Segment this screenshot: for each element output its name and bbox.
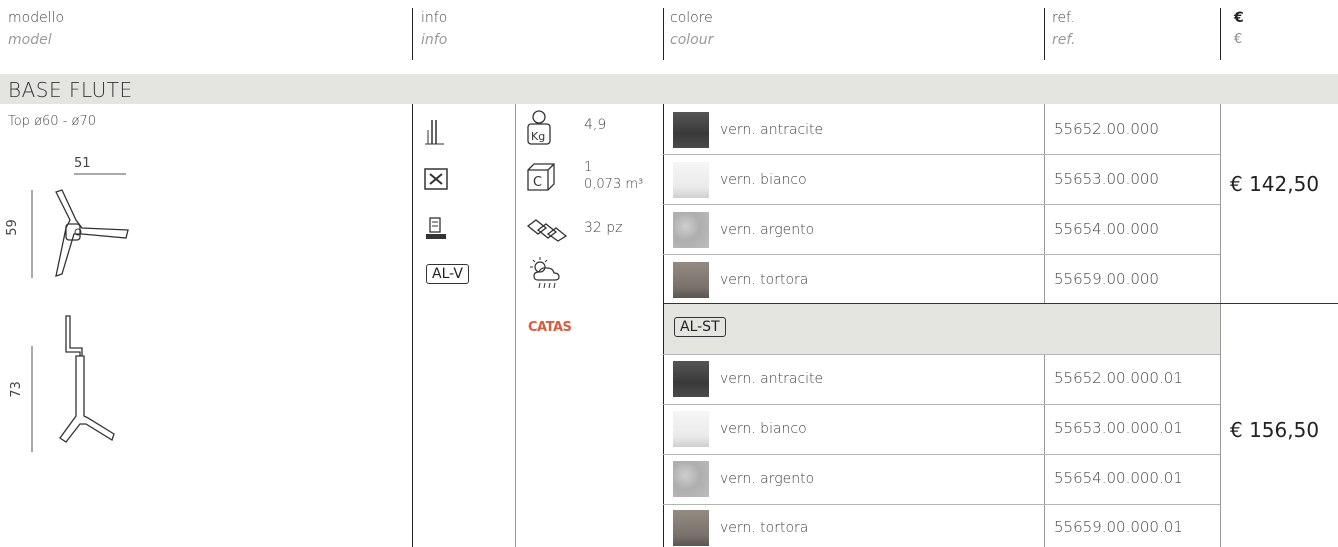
colour-swatch-bianco bbox=[673, 411, 709, 447]
row-divider bbox=[663, 204, 1220, 205]
base-side-view-icon bbox=[31, 315, 115, 452]
colour-name: vern. bianco bbox=[720, 172, 807, 188]
svg-text:Kg: Kg bbox=[531, 130, 545, 143]
colour-swatch-tortora bbox=[673, 510, 709, 546]
material-code-badge: AL-V bbox=[426, 264, 469, 284]
ref-code: 55659.00.000 bbox=[1054, 270, 1159, 288]
weight-kg-icon: Kg bbox=[527, 110, 551, 145]
outdoor-weather-icon bbox=[530, 257, 560, 289]
header-ref-it: ref. bbox=[1052, 10, 1075, 26]
header-divider bbox=[412, 8, 413, 60]
ref-code: 55654.00.000 bbox=[1054, 220, 1159, 238]
header-divider bbox=[1220, 8, 1221, 60]
price-group-1: € 142,50 bbox=[1230, 172, 1320, 196]
colour-name: vern. bianco bbox=[720, 421, 807, 437]
header-model-it: modello bbox=[8, 10, 65, 26]
base-top-view-icon bbox=[31, 173, 129, 278]
row-divider bbox=[663, 354, 1220, 355]
base-mount-icon bbox=[426, 217, 446, 239]
top-size-label: Top ø60 - ø70 bbox=[8, 114, 97, 129]
ref-code: 55653.00.000 bbox=[1054, 170, 1159, 188]
row-divider bbox=[663, 404, 1220, 405]
colour-swatch-argento bbox=[673, 461, 709, 497]
colour-name: vern. antracite bbox=[720, 371, 824, 387]
colour-name: vern. antracite bbox=[720, 122, 824, 138]
table-height-icon bbox=[425, 120, 444, 145]
colour-name: vern. tortora bbox=[720, 520, 809, 536]
packaging-count: 1 bbox=[584, 160, 593, 175]
pallet-value: 32 pz bbox=[584, 220, 623, 236]
weight-value: 4,9 bbox=[584, 117, 607, 133]
colour-swatch-tortora bbox=[673, 262, 709, 298]
variant-code-badge: AL-ST bbox=[674, 317, 726, 337]
colour-name: vern. tortora bbox=[720, 272, 809, 288]
dim-height-label: 73 bbox=[8, 381, 24, 398]
colour-name: vern. argento bbox=[720, 471, 815, 487]
header-info-en: info bbox=[421, 32, 448, 48]
section-band bbox=[0, 74, 1338, 104]
ref-code: 55653.00.000.01 bbox=[1054, 419, 1183, 437]
assembly-tools-icon bbox=[424, 168, 448, 190]
variant-band bbox=[664, 304, 1220, 354]
colour-swatch-antracite bbox=[673, 112, 709, 148]
colour-swatch-argento bbox=[673, 212, 709, 248]
header-price-en: € bbox=[1234, 32, 1243, 47]
colour-name: vern. argento bbox=[720, 222, 815, 238]
price-group-2: € 156,50 bbox=[1230, 418, 1320, 442]
packaging-box-icon: C bbox=[527, 163, 555, 191]
top-view-drawing: 51 59 bbox=[5, 150, 410, 290]
header-model-en: model bbox=[8, 32, 52, 48]
header-divider bbox=[663, 8, 664, 60]
header-info-it: info bbox=[421, 10, 448, 26]
column-divider bbox=[1220, 104, 1221, 547]
ref-code: 55659.00.000.01 bbox=[1054, 518, 1183, 536]
header-colour-it: colore bbox=[670, 10, 713, 26]
column-divider bbox=[515, 104, 516, 547]
packaging-volume: 0,073 m³ bbox=[584, 177, 644, 192]
svg-text:C: C bbox=[533, 175, 542, 190]
column-divider bbox=[412, 104, 413, 547]
row-divider bbox=[663, 454, 1220, 455]
section-title: BASE FLUTE bbox=[8, 78, 133, 102]
header-divider bbox=[1044, 8, 1045, 60]
header-colour-en: colour bbox=[670, 32, 714, 48]
header-ref-en: ref. bbox=[1052, 32, 1076, 48]
colour-swatch-antracite bbox=[673, 361, 709, 397]
side-view-drawing: 73 bbox=[9, 312, 230, 462]
row-divider bbox=[663, 154, 1220, 155]
header-price-it: € bbox=[1234, 10, 1244, 26]
ref-code: 55652.00.000 bbox=[1054, 120, 1159, 138]
row-divider bbox=[663, 504, 1220, 505]
ref-code: 55652.00.000.01 bbox=[1054, 369, 1183, 387]
colour-swatch-bianco bbox=[673, 162, 709, 198]
catas-logo: CATAS bbox=[528, 320, 572, 335]
dim-depth-label: 59 bbox=[4, 219, 20, 236]
row-divider bbox=[663, 254, 1220, 255]
ref-code: 55654.00.000.01 bbox=[1054, 469, 1183, 487]
pallet-icon bbox=[526, 219, 568, 242]
